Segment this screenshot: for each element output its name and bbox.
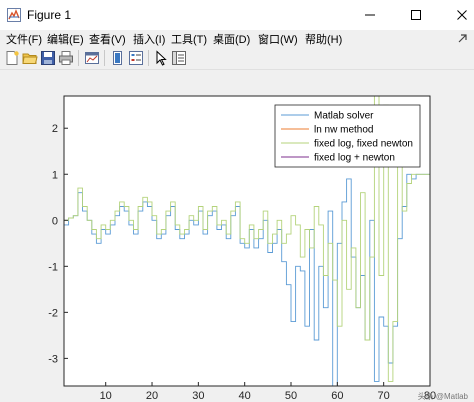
toolbar-separator xyxy=(148,50,149,66)
dock-arrow-icon[interactable] xyxy=(458,33,468,43)
print-icon[interactable] xyxy=(58,50,74,66)
y-tick-label: 2 xyxy=(52,123,58,135)
minimize-button[interactable] xyxy=(348,0,392,30)
maximize-button[interactable] xyxy=(394,0,438,30)
new-figure-icon[interactable] xyxy=(4,50,20,66)
watermark: 头条 @Matlab xyxy=(418,391,469,401)
edit-plot-arrow-icon[interactable] xyxy=(153,50,169,66)
minimize-icon xyxy=(365,14,375,16)
figure-window: Figure 1 文件(F) 编辑(E) 查看(V) 插入(I) 工具(T) 桌… xyxy=(0,0,474,402)
legend[interactable]: Matlab solver ln nw method fixed log, fixe… xyxy=(274,104,421,168)
y-tick-label: 0 xyxy=(52,215,58,227)
toolbar-separator xyxy=(104,50,105,66)
x-tick-label: 30 xyxy=(192,390,204,402)
x-tick-label: 20 xyxy=(146,390,158,402)
menu-bar: 文件(F) 编辑(E) 查看(V) 插入(I) 工具(T) 桌面(D) 窗口(W… xyxy=(0,30,474,46)
menu-tools[interactable]: 工具(T) xyxy=(171,31,207,47)
link-plot-icon[interactable] xyxy=(84,50,100,66)
figure-toolbar xyxy=(0,46,474,70)
y-tick-label: -1 xyxy=(48,261,58,273)
menu-desktop[interactable]: 桌面(D) xyxy=(213,31,250,47)
x-tick-label: 50 xyxy=(285,390,297,402)
property-inspector-icon[interactable] xyxy=(171,50,187,66)
save-icon[interactable] xyxy=(40,50,56,66)
x-tick-label: 40 xyxy=(239,390,251,402)
menu-insert[interactable]: 插入(I) xyxy=(133,31,165,47)
line-chart[interactable]: 10 20 30 40 50 60 70 80210-1-2-3 Matlab solverl… xyxy=(0,71,474,402)
legend-label: Matlab solver xyxy=(314,111,374,122)
x-tick-label: 70 xyxy=(378,390,390,402)
x-tick-label: 10 xyxy=(100,390,112,402)
legend-label: fixed log + newton xyxy=(314,153,395,164)
menu-edit[interactable]: 编辑(E) xyxy=(47,31,84,47)
figure-canvas: 10 20 30 40 50 60 70 80 2 1 0 -1 -2 -3 Matlab solver l… xyxy=(0,71,474,402)
toolbar-separator xyxy=(78,50,79,66)
close-icon xyxy=(457,10,467,20)
insert-legend-icon[interactable] xyxy=(128,50,144,66)
maximize-icon xyxy=(411,10,421,20)
menu-window[interactable]: 窗口(W) xyxy=(258,31,298,47)
menu-view[interactable]: 查看(V) xyxy=(89,31,126,47)
menu-help[interactable]: 帮助(H) xyxy=(305,31,342,47)
x-tick-label: 60 xyxy=(331,390,343,402)
window-title: Figure 1 xyxy=(27,8,72,22)
open-file-icon[interactable] xyxy=(22,50,38,66)
y-tick-label: 1 xyxy=(52,169,58,181)
y-tick-label: -2 xyxy=(48,307,58,319)
menu-file[interactable]: 文件(F) xyxy=(6,31,42,47)
legend-label: fixed log, fixed newton xyxy=(314,139,413,150)
insert-colorbar-icon[interactable] xyxy=(110,50,126,66)
y-tick-label: -3 xyxy=(48,353,58,365)
close-button[interactable] xyxy=(440,0,474,30)
legend-label: ln nw method xyxy=(314,125,373,136)
title-bar[interactable]: Figure 1 xyxy=(0,0,474,30)
matlab-figure-icon xyxy=(7,8,21,22)
